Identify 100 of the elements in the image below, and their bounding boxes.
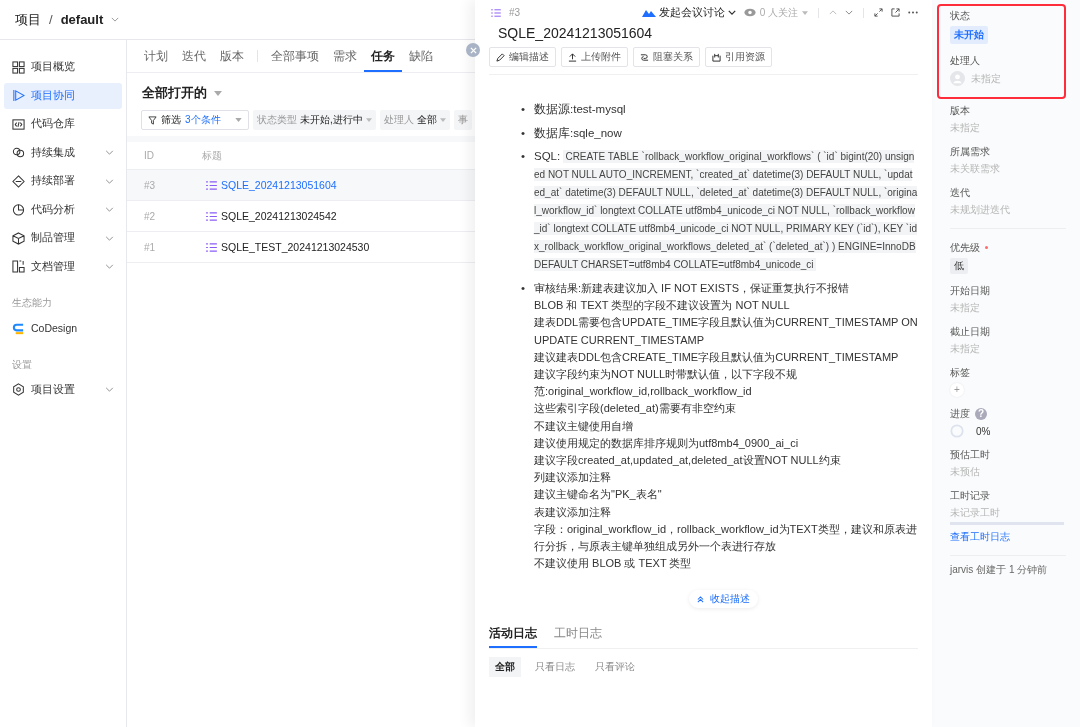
nav-item[interactable]: 项目协同 bbox=[4, 82, 122, 109]
review-line: 建议使用规定的数据库排序规则为utf8mb4_0900_ai_ci bbox=[534, 435, 800, 451]
task-number: #3 bbox=[509, 7, 521, 18]
tab[interactable]: 全部事项 bbox=[264, 40, 326, 72]
caret-icon bbox=[235, 118, 242, 122]
caret-icon bbox=[439, 118, 446, 122]
list-icon bbox=[206, 242, 217, 252]
priority-tag[interactable]: 低 bbox=[950, 258, 968, 274]
diamond-icon bbox=[12, 174, 25, 188]
bullet: • bbox=[521, 125, 526, 141]
nav-item[interactable]: 持续部署 bbox=[4, 168, 122, 194]
task-row[interactable]: #1 SQLE_TEST_20241213024530 bbox=[127, 232, 475, 263]
upload-icon bbox=[568, 52, 577, 62]
status-tag[interactable]: 未开始 bbox=[950, 26, 988, 44]
action-button[interactable]: 上传附件 bbox=[561, 47, 628, 67]
review-line: 建议建表DDL包含CREATE_TIME字段且默认值为CURRENT_TIMESTAMP bbox=[534, 349, 900, 365]
list-icon bbox=[206, 211, 217, 221]
reference-icon bbox=[712, 52, 721, 62]
nav-item[interactable]: 代码分析 bbox=[4, 196, 122, 223]
field-label: 进度 bbox=[950, 406, 970, 421]
list-icon bbox=[206, 180, 217, 190]
review-line: 建议字段created_at,updated_at,deleted_at设置NOT NULL约束 bbox=[534, 453, 842, 469]
double-chevron-up-icon bbox=[697, 595, 704, 603]
task-row[interactable]: #2 SQLE_20241213024542 bbox=[127, 201, 475, 232]
filter-chip[interactable]: 状态类型 未开始,进行中 bbox=[253, 110, 376, 130]
review-line: 建表DDL需要包含UPDATE_TIME字段且默认值为CURRENT_TIMESTAMP ON UPDATE CURRENT_TIMESTAMP bbox=[534, 315, 918, 348]
tab[interactable]: 版本 bbox=[213, 40, 251, 72]
collapse-button[interactable]: 收起描述 bbox=[689, 590, 758, 609]
nav-item[interactable]: 代码仓库 bbox=[4, 111, 122, 137]
eye-icon bbox=[743, 8, 756, 17]
mountain-icon bbox=[641, 8, 656, 17]
task-title: SQLE_20241213051604 bbox=[498, 25, 654, 41]
caret-icon[interactable] bbox=[214, 90, 222, 96]
nav-item[interactable]: 持续集成 bbox=[4, 139, 122, 166]
filter-chip[interactable]: 处理人 全部 bbox=[379, 110, 450, 130]
pencil-icon bbox=[496, 52, 505, 62]
view-title[interactable]: 全部打开的 bbox=[142, 84, 207, 102]
log-tab[interactable]: 活动日志 bbox=[489, 626, 537, 649]
expand-icon[interactable] bbox=[874, 8, 883, 17]
chevron-down-icon[interactable] bbox=[845, 10, 853, 15]
review-line: 不建议使用 BLOB 或 TEXT 类型 bbox=[534, 556, 693, 572]
chevron-up-icon[interactable] bbox=[829, 10, 837, 15]
field-label: 开始日期 bbox=[950, 283, 990, 298]
meeting-button[interactable]: 发起会议讨论 bbox=[641, 5, 736, 20]
grid-icon bbox=[12, 60, 25, 74]
field-label: 所属需求 bbox=[950, 144, 990, 159]
tab[interactable]: 任务 bbox=[364, 40, 402, 72]
tab[interactable]: 缺陷 bbox=[402, 40, 440, 72]
id-cell-text: #2 bbox=[144, 210, 157, 222]
field-label: 预估工时 bbox=[950, 447, 990, 462]
description-text: 数据源:test-mysql bbox=[534, 103, 626, 115]
filter-button[interactable]: 筛选 3个条件 bbox=[141, 110, 249, 130]
box-icon bbox=[12, 231, 25, 245]
review-line: 列建议添加注释 bbox=[534, 470, 612, 486]
field-label: 版本 bbox=[950, 103, 970, 118]
progress-value: 0% bbox=[976, 425, 991, 437]
nav-item[interactable]: CoDesign bbox=[4, 315, 122, 341]
section-label: 生态能力 bbox=[11, 296, 53, 310]
review-line: 审核结果:新建表建议加入 IF NOT EXISTS，保证重复执行不报错 bbox=[534, 281, 851, 296]
review-line: 建议字段约束为NOT NULL时带默认值，以下字段不规范:original_workflow_id,rollback_workflow_id bbox=[534, 367, 799, 400]
nav-item[interactable]: 文档管理 bbox=[4, 253, 122, 280]
field-label: 优先级 bbox=[950, 240, 980, 255]
tab[interactable]: 需求 bbox=[326, 40, 364, 72]
log-filter[interactable]: 只看评论 bbox=[589, 657, 641, 678]
caret-icon bbox=[365, 118, 372, 122]
bullet: • bbox=[521, 102, 526, 117]
code-icon bbox=[12, 117, 25, 131]
review-line: 不建议主键使用自增 bbox=[534, 418, 634, 434]
nav-item[interactable]: 项目设置 bbox=[4, 376, 122, 403]
filter-icon bbox=[148, 115, 157, 125]
task-row[interactable]: #3 SQLE_20241213051604 bbox=[127, 170, 475, 201]
project-name[interactable]: default bbox=[60, 12, 104, 27]
action-button[interactable]: 编辑描述 bbox=[489, 47, 556, 67]
log-filter[interactable]: 只看日志 bbox=[529, 657, 581, 678]
action-button[interactable]: 引用资源 bbox=[705, 47, 772, 67]
chevron-down-icon bbox=[727, 10, 736, 15]
nav-item[interactable]: 制品管理 bbox=[4, 225, 122, 251]
created-info: jarvis 创建于 1 分钟前 bbox=[948, 563, 1049, 577]
review-line: 表建议添加注释 bbox=[534, 504, 612, 520]
nav-item[interactable]: 项目概览 bbox=[4, 54, 122, 80]
bullet: • bbox=[521, 149, 526, 164]
more-icon[interactable] bbox=[908, 11, 918, 14]
time-log-link[interactable]: 查看工时日志 bbox=[950, 530, 1010, 544]
link-icon bbox=[640, 52, 649, 62]
chevron-down-icon[interactable] bbox=[111, 17, 120, 22]
action-button[interactable]: 阻塞关系 bbox=[633, 47, 700, 67]
external-link-icon[interactable] bbox=[891, 8, 900, 17]
list-icon bbox=[491, 8, 501, 17]
tab[interactable]: 计划 bbox=[137, 40, 175, 72]
review-line: 建议主键命名为"PK_表名" bbox=[534, 487, 663, 503]
field-label: 迭代 bbox=[950, 185, 970, 200]
progress-ring-icon bbox=[950, 424, 964, 438]
field-label: 截止日期 bbox=[950, 324, 990, 339]
field-label: 状态 bbox=[950, 8, 970, 23]
avatar-icon bbox=[950, 71, 965, 86]
tab[interactable]: 迭代 bbox=[175, 40, 213, 72]
close-button[interactable] bbox=[466, 43, 480, 57]
breadcrumb-root[interactable]: 项目 bbox=[15, 10, 41, 29]
log-filter[interactable]: 全部 bbox=[489, 657, 521, 678]
log-tab[interactable]: 工时日志 bbox=[554, 626, 602, 649]
